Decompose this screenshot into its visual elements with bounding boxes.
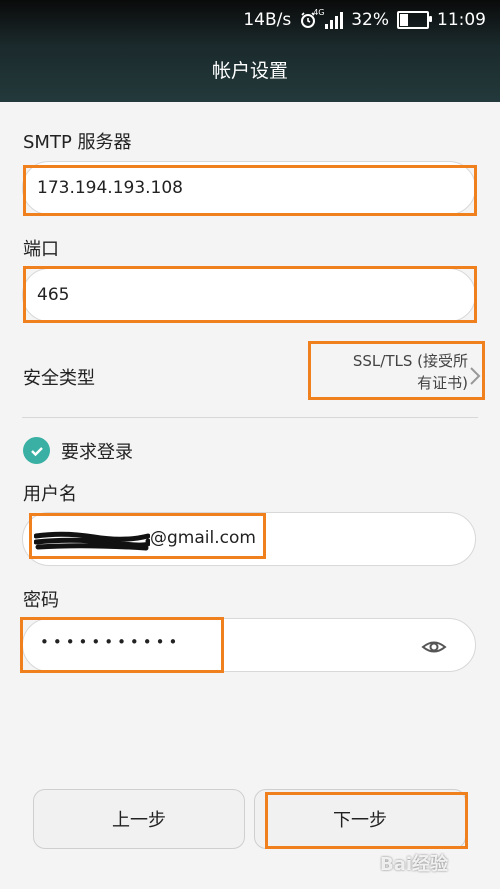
app-header: 14B/s 4G 32% 11:09 帐户设置 — [0, 0, 500, 102]
smtp-server-value: 173.194.193.108 — [37, 178, 184, 198]
username-label: 用户名 — [23, 484, 77, 505]
check-icon — [30, 446, 43, 456]
chevron-right-icon — [470, 367, 481, 385]
redacted-scribble — [34, 531, 150, 551]
network-speed: 14B/s — [243, 10, 292, 30]
require-login-label: 要求登录 — [61, 442, 133, 463]
security-type-label: 安全类型 — [23, 368, 95, 389]
port-label: 端口 — [23, 239, 59, 260]
page-title: 帐户设置 — [211, 60, 288, 82]
status-bar: 14B/s 4G 32% 11:09 — [243, 8, 486, 32]
username-value: @gmail.com — [150, 528, 256, 548]
battery-icon — [397, 11, 432, 29]
signal-icon: 4G — [313, 8, 344, 29]
watermark: Bai经验 — [380, 854, 449, 875]
next-step-button[interactable]: 下一步 — [254, 789, 466, 849]
port-input[interactable]: 465 — [22, 268, 476, 322]
password-label: 密码 — [23, 590, 59, 611]
smtp-server-label: SMTP 服务器 — [23, 132, 132, 153]
password-value: ••••••••••• — [40, 633, 182, 651]
previous-step-button[interactable]: 上一步 — [33, 789, 245, 849]
security-type-value-line1: SSL/TLS (接受所 — [352, 352, 468, 370]
clock: 11:09 — [437, 10, 486, 30]
show-password-eye-icon[interactable] — [421, 634, 447, 660]
require-login-checkbox[interactable] — [23, 437, 50, 464]
smtp-server-input[interactable]: 173.194.193.108 — [22, 161, 476, 215]
divider — [22, 417, 478, 418]
battery-percent: 32% — [351, 10, 389, 30]
security-type-selector[interactable]: SSL/TLS (接受所 有证书) — [353, 350, 468, 394]
port-value: 465 — [37, 285, 70, 305]
security-type-value-line2: 有证书) — [417, 374, 468, 392]
